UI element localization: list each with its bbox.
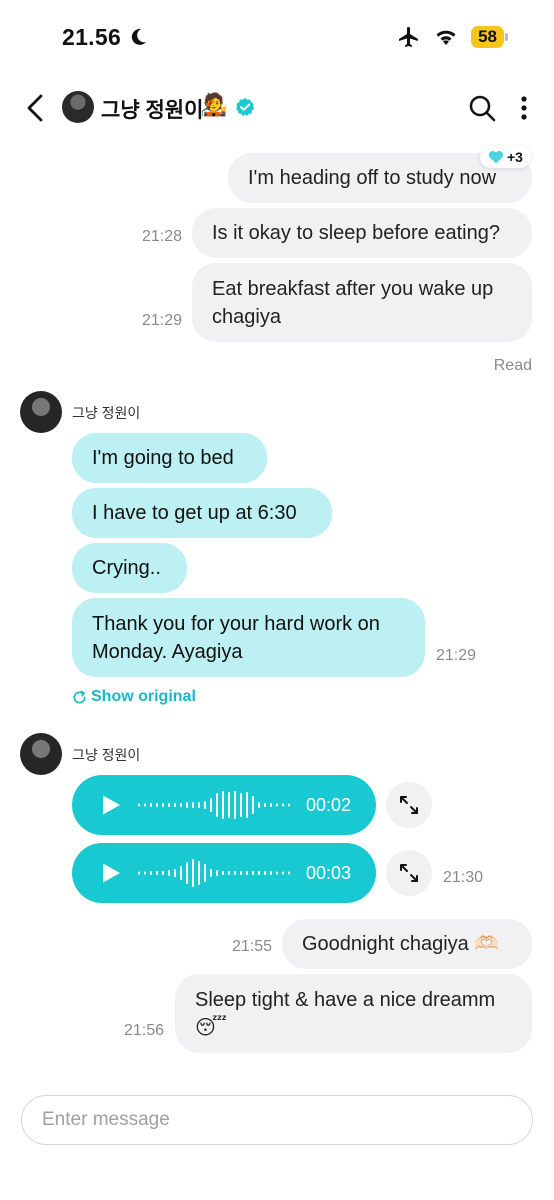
- message-timestamp: 21:29: [142, 312, 183, 329]
- play-icon[interactable]: [100, 862, 122, 884]
- message-text: Sleep tight & have a nice dreamm 😴: [195, 989, 496, 1039]
- more-options-icon[interactable]: [516, 94, 532, 122]
- outgoing-message[interactable]: Eat breakfast after you wake up chagiya: [192, 263, 532, 342]
- status-time: 21.56: [62, 24, 122, 50]
- incoming-message[interactable]: Thank you for your hard work on Monday. …: [72, 598, 425, 677]
- outgoing-message[interactable]: Goodnight chagiya 🫶🏻: [282, 919, 532, 969]
- show-original-label: Show original: [91, 688, 196, 705]
- message-composer: [21, 1095, 533, 1145]
- sender-avatar[interactable]: [20, 733, 62, 775]
- contact-avatar[interactable]: [62, 91, 94, 123]
- battery-indicator: 58: [471, 26, 508, 48]
- heart-icon: [488, 150, 504, 164]
- message-input[interactable]: [22, 1096, 532, 1144]
- voice-message[interactable]: 00:03: [72, 843, 376, 903]
- status-icons: 58: [397, 25, 508, 49]
- status-bar: 21.56 58: [0, 0, 554, 70]
- message-text: I'm heading off to study now: [248, 167, 497, 189]
- search-icon[interactable]: [468, 94, 496, 122]
- expand-arrows-icon: [400, 796, 418, 814]
- play-icon[interactable]: [100, 794, 122, 816]
- waveform-icon: [138, 791, 290, 819]
- read-receipt: Read: [493, 357, 532, 374]
- message-timestamp: 21:30: [443, 869, 484, 886]
- incoming-message[interactable]: Crying..: [72, 543, 187, 593]
- message-text: Goodnight chagiya 🫶🏻: [302, 933, 500, 955]
- contact-name[interactable]: 그냥 정원이: [101, 94, 203, 124]
- message-timestamp: 21:55: [232, 938, 273, 955]
- back-arrow-icon[interactable]: [22, 92, 50, 124]
- expand-arrows-icon: [400, 864, 418, 882]
- voice-duration: 00:02: [306, 794, 352, 815]
- sender-avatar[interactable]: [20, 391, 62, 433]
- outgoing-message[interactable]: Sleep tight & have a nice dreamm 😴: [175, 974, 532, 1053]
- message-timestamp: 21:28: [142, 228, 183, 245]
- message-text: I have to get up at 6:30: [92, 502, 297, 524]
- incoming-message[interactable]: I'm going to bed: [72, 433, 267, 483]
- sender-name: 그냥 정원이: [72, 405, 141, 421]
- show-original-link[interactable]: Show original: [72, 688, 196, 706]
- message-text: Eat breakfast after you wake up chagiya: [212, 278, 494, 328]
- verified-badge-icon: [236, 98, 254, 116]
- message-text: I'm going to bed: [92, 447, 234, 469]
- incoming-message[interactable]: I have to get up at 6:30: [72, 488, 332, 538]
- message-text: Crying..: [92, 557, 161, 579]
- voice-message[interactable]: 00:02: [72, 775, 376, 835]
- reaction-count: +3: [507, 149, 523, 165]
- message-timestamp: 21:56: [124, 1022, 165, 1039]
- contact-name-emoji: 🧑‍🎤: [200, 92, 228, 117]
- expand-voice-button[interactable]: [386, 782, 432, 828]
- translate-refresh-icon: [73, 690, 86, 703]
- reaction-badge[interactable]: +3: [480, 146, 531, 168]
- message-timestamp: 21:29: [436, 647, 477, 664]
- outgoing-message[interactable]: Is it okay to sleep before eating?: [192, 208, 532, 258]
- waveform-icon: [138, 859, 290, 887]
- chat-header: 그냥 정원이 🧑‍🎤: [0, 82, 554, 134]
- expand-voice-button[interactable]: [386, 850, 432, 896]
- wifi-icon: [436, 30, 456, 45]
- moon-icon: [131, 28, 146, 45]
- sender-name: 그냥 정원이: [72, 747, 141, 763]
- airplane-icon: [399, 27, 419, 47]
- message-text: Thank you for your hard work on Monday. …: [92, 613, 380, 663]
- message-text: Is it okay to sleep before eating?: [212, 222, 500, 244]
- voice-duration: 00:03: [306, 862, 352, 883]
